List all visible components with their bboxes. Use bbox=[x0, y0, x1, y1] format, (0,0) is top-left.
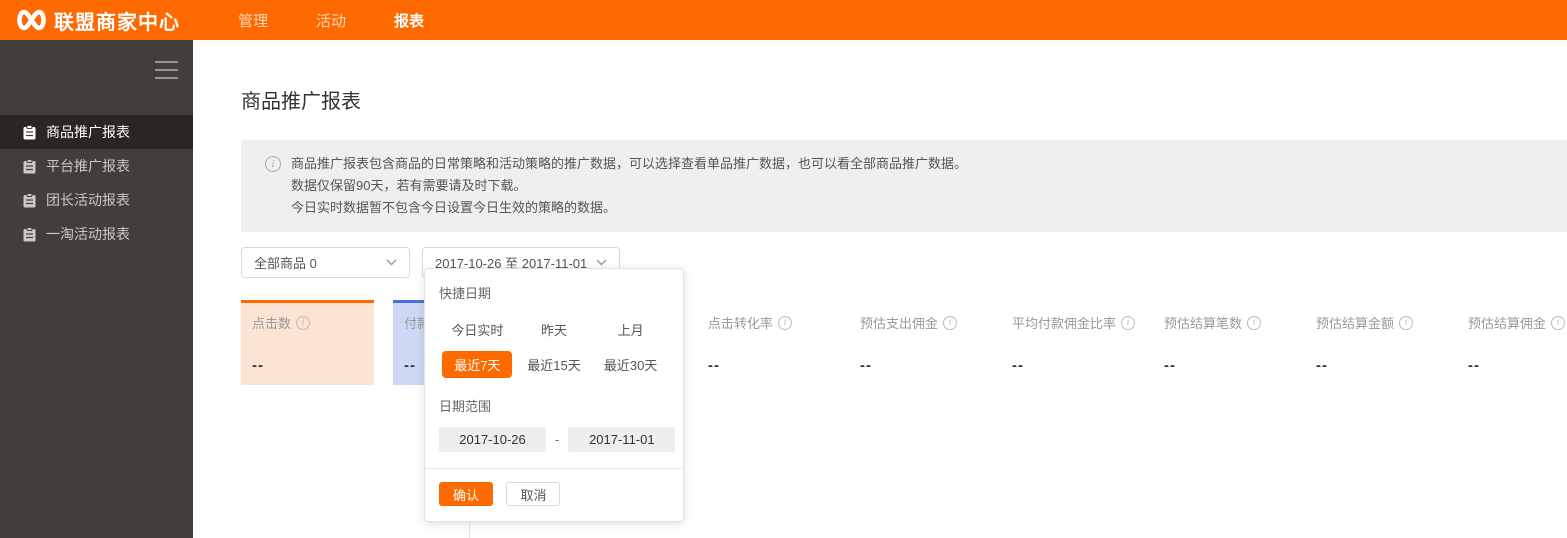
metric-label-row: 预估结算笔数 i bbox=[1164, 313, 1275, 332]
metric-label: 点击数 bbox=[252, 316, 292, 331]
metric-card[interactable]: 预估结算佣金 i -- bbox=[1457, 300, 1567, 385]
notice-line: 今日实时数据暂不包含今日设置今日生效的策略的数据。 bbox=[291, 200, 617, 215]
sidebar-item[interactable]: 团长活动报表 bbox=[0, 183, 193, 217]
cancel-button[interactable]: 取消 bbox=[506, 482, 561, 506]
info-icon[interactable]: i bbox=[943, 315, 958, 330]
sidebar-item[interactable]: 商品推广报表 bbox=[0, 115, 193, 149]
product-select-value: 全部商品 0 bbox=[254, 256, 317, 271]
quick-dates-label: 快捷日期 bbox=[439, 286, 492, 301]
metric-label-row: 平均付款佣金比率 i bbox=[1012, 313, 1136, 332]
info-icon[interactable]: i bbox=[1399, 315, 1414, 330]
logo: 联盟商家中心 bbox=[0, 6, 190, 35]
metric-value: -- bbox=[1012, 357, 1024, 374]
metric-value: -- bbox=[252, 357, 264, 374]
sidebar-item[interactable]: 平台推广报表 bbox=[0, 149, 193, 183]
notice-line: 数据仅保留90天，若有需要请及时下载。 bbox=[291, 178, 527, 193]
quick-date-option-label: 昨天 bbox=[540, 322, 567, 338]
top-nav: 管理 活动 报表 bbox=[238, 10, 424, 31]
logo-icon bbox=[16, 8, 47, 32]
top-header: 联盟商家中心 管理 活动 报表 bbox=[0, 0, 1567, 40]
metric-label: 预估结算佣金 bbox=[1468, 316, 1547, 331]
metric-card[interactable]: 平均付款佣金比率 i -- bbox=[1001, 300, 1136, 385]
quick-date-option-label: 最近30天 bbox=[603, 357, 658, 373]
sidebar-item-label: 团长活动报表 bbox=[46, 192, 130, 208]
main-content: 商品推广报表 i 商品推广报表包含商品的日常策略和活动策略的推广数据，可以选择查… bbox=[193, 40, 1567, 538]
metric-label: 预估结算金额 bbox=[1316, 316, 1395, 331]
notice-lines: 商品推广报表包含商品的日常策略和活动策略的推广数据，可以选择查看单品推广数据，也… bbox=[291, 153, 967, 219]
quick-date-option[interactable]: 上月 bbox=[592, 316, 669, 342]
metric-label-row: 预估结算金额 i bbox=[1316, 313, 1427, 332]
metric-label: 预估结算笔数 bbox=[1164, 316, 1243, 331]
info-icon: i bbox=[265, 156, 281, 172]
metric-value: -- bbox=[860, 357, 872, 374]
top-nav-item[interactable]: 报表 bbox=[394, 10, 424, 31]
report-doc-icon bbox=[23, 192, 36, 207]
end-date-input[interactable] bbox=[568, 427, 676, 452]
page-title: 商品推广报表 bbox=[241, 91, 361, 113]
metric-card[interactable]: 预估支出佣金 i -- bbox=[849, 300, 982, 385]
metric-card[interactable]: 预估结算笔数 i -- bbox=[1153, 300, 1286, 385]
date-range-label: 日期范围 bbox=[439, 399, 492, 414]
quick-date-option-label: 最近7天 bbox=[442, 350, 513, 378]
chevron-down-icon bbox=[386, 259, 397, 266]
notice-line: 商品推广报表包含商品的日常策略和活动策略的推广数据，可以选择查看单品推广数据，也… bbox=[291, 156, 968, 171]
datepicker-popup: 快捷日期 今日实时 昨天 上月 最近7天 最近15天 最近30天 日期范围 20… bbox=[424, 268, 684, 522]
info-icon[interactable]: i bbox=[1121, 315, 1136, 330]
quick-date-option[interactable]: 昨天 bbox=[516, 316, 593, 342]
quick-date-option[interactable]: 最近7天 bbox=[439, 350, 516, 378]
metric-value: -- bbox=[1164, 357, 1176, 374]
start-date-input[interactable] bbox=[439, 427, 546, 452]
quick-date-option-label: 最近15天 bbox=[527, 357, 581, 373]
report-doc-icon bbox=[23, 226, 36, 241]
quick-date-option-label: 今日实时 bbox=[451, 322, 504, 338]
metric-label: 预估支出佣金 bbox=[860, 316, 939, 331]
logo-text: 联盟商家中心 bbox=[54, 11, 180, 34]
info-icon[interactable]: i bbox=[1551, 315, 1566, 330]
sidebar-item-label: 一淘活动报表 bbox=[46, 226, 130, 242]
report-doc-icon bbox=[23, 124, 36, 139]
hamburger-menu-icon[interactable] bbox=[155, 61, 178, 85]
date-range-inputs: - bbox=[439, 427, 676, 452]
date-range-separator: - bbox=[555, 432, 560, 447]
quick-date-option[interactable]: 最近30天 bbox=[592, 351, 669, 377]
metric-label-row: 点击数 i bbox=[252, 313, 363, 332]
product-select[interactable]: 全部商品 0 bbox=[241, 247, 410, 278]
metric-label-row: 点击转化率 i bbox=[708, 313, 819, 332]
quick-date-option[interactable]: 最近15天 bbox=[516, 351, 593, 377]
chevron-down-icon bbox=[596, 259, 607, 266]
metric-card[interactable]: 点击数 i -- bbox=[241, 300, 374, 385]
info-icon[interactable]: i bbox=[1247, 315, 1262, 330]
quick-dates-grid: 今日实时 昨天 上月 最近7天 最近15天 最近30天 bbox=[439, 316, 669, 378]
sidebar-item[interactable]: 一淘活动报表 bbox=[0, 217, 193, 251]
confirm-button[interactable]: 确认 bbox=[439, 482, 494, 506]
metric-value: -- bbox=[1316, 357, 1328, 374]
metric-card[interactable]: 点击转化率 i -- bbox=[697, 300, 830, 385]
metric-value: -- bbox=[708, 357, 720, 374]
top-nav-item[interactable]: 活动 bbox=[316, 10, 346, 31]
notice-banner: i 商品推广报表包含商品的日常策略和活动策略的推广数据，可以选择查看单品推广数据… bbox=[241, 140, 1567, 232]
metric-label: 点击转化率 bbox=[708, 316, 774, 331]
top-nav-item[interactable]: 管理 bbox=[238, 10, 268, 31]
info-icon[interactable]: i bbox=[296, 315, 311, 330]
metric-card[interactable]: 预估结算金额 i -- bbox=[1305, 300, 1438, 385]
sidebar-item-label: 平台推广报表 bbox=[46, 158, 130, 174]
sidebar-item-label: 商品推广报表 bbox=[46, 124, 130, 140]
report-doc-icon bbox=[23, 158, 36, 173]
metric-value: -- bbox=[1468, 357, 1480, 374]
sidebar: 商品推广报表 平台推广报表 团长活动报表 一淘活动报表 bbox=[0, 40, 193, 538]
metric-label-row: 预估支出佣金 i bbox=[860, 313, 971, 332]
quick-date-option[interactable]: 今日实时 bbox=[439, 316, 516, 342]
metric-label-row: 预估结算佣金 i bbox=[1468, 313, 1567, 332]
datepicker-footer: 确认 取消 bbox=[425, 468, 683, 507]
metric-label: 平均付款佣金比率 bbox=[1012, 316, 1117, 331]
info-icon[interactable]: i bbox=[778, 315, 793, 330]
quick-date-option-label: 上月 bbox=[617, 322, 644, 338]
